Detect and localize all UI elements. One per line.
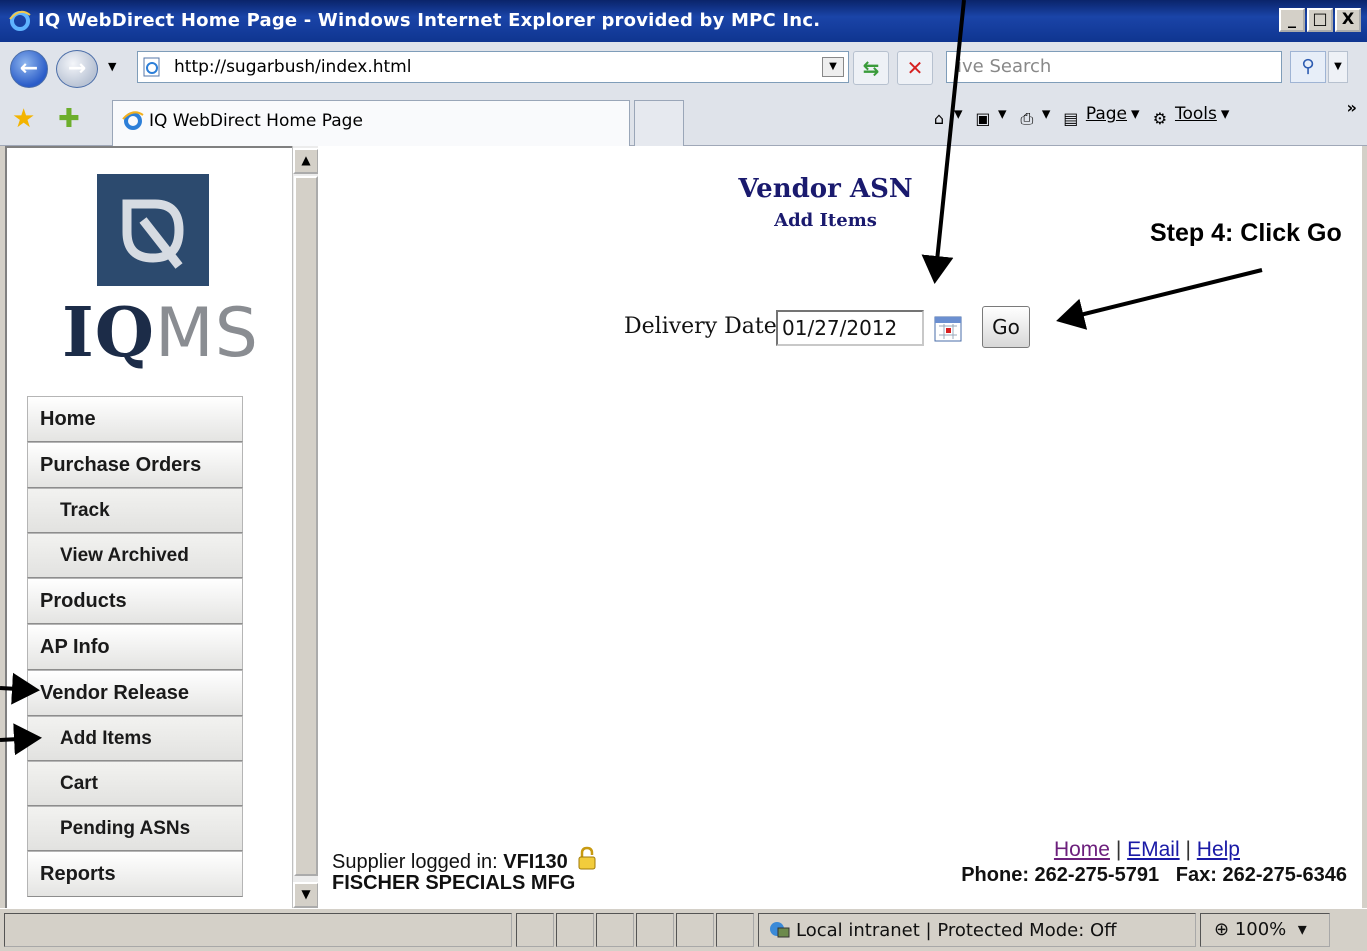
phone-number: Phone: 262-275-5791 [961,864,1160,886]
footer-links: Home | EMail | Help [1053,838,1240,861]
tools-menu[interactable]: Tools [1175,104,1217,124]
history-dropdown-icon[interactable]: ▼ [108,60,116,73]
live-search-input[interactable]: ive Search [946,51,1282,83]
iqms-logo-text: IQMS [62,293,259,373]
footer-home-link[interactable]: Home [1054,838,1110,861]
address-toolbar: ← → ▼ http://sugarbush/index.html ▼ ⇆ ✕ … [0,42,1367,96]
maximize-button[interactable]: □ [1307,8,1333,32]
status-cell [556,913,594,947]
security-zone: Local intranet | Protected Mode: Off [768,919,1117,941]
navigation-scrollbar[interactable]: ▲ ▼ [292,146,319,908]
print-icon[interactable]: ⎙ [1016,109,1038,131]
refresh-icon: ⇆ [862,56,880,80]
scroll-thumb[interactable] [294,176,318,876]
forward-arrow-icon: → [67,56,87,81]
lock-icon[interactable] [577,846,597,870]
url-text: http://sugarbush/index.html [174,57,412,77]
zoom-icon: ⊕ [1214,919,1230,940]
favorites-star-icon[interactable]: ★ [12,104,35,134]
local-intranet-icon [770,922,790,938]
menu-item-purchase-orders[interactable]: Purchase Orders [27,442,243,488]
add-favorites-icon[interactable]: ✚ [58,104,80,134]
iqms-logo-mark [97,174,209,286]
address-dropdown-icon[interactable]: ▼ [822,57,844,77]
status-cell [516,913,554,947]
menu-item-cart[interactable]: Cart [27,761,243,806]
status-cell [676,913,714,947]
tab-bar: ★ ✚ IQ WebDirect Home Page ⌂ ▾ ▣ ▾ ⎙ ▾ ▤ Pag… [0,96,1367,146]
chevron-more-icon[interactable]: » [1347,98,1357,117]
content-frame: Vendor ASN Add Items Delivery Date 01/27… [318,146,1362,908]
go-button[interactable]: Go [982,306,1030,348]
window-title: IQ WebDirect Home Page - Windows Interne… [38,10,821,31]
window-title-bar[interactable]: IQ WebDirect Home Page - Windows Interne… [0,0,1367,42]
home-icon[interactable]: ⌂ [928,109,950,131]
side-menu: Home Purchase Orders Track View Archived… [27,396,243,897]
stop-button[interactable]: ✕ [897,51,933,85]
supplier-id: VFI130 [503,851,568,873]
menu-item-home[interactable]: Home [27,396,243,442]
delivery-date-input[interactable]: 01/27/2012 [776,310,924,346]
refresh-button[interactable]: ⇆ [853,51,889,85]
supplier-login-info: Supplier logged in: VFI130 [332,846,597,874]
search-button[interactable]: ⚲ [1290,51,1326,83]
close-window-button[interactable]: X [1335,8,1361,32]
menu-item-reports[interactable]: Reports [27,851,243,897]
command-bar: ⌂ ▾ ▣ ▾ ⎙ ▾ ▤ Page ▾ ⚙ Tools ▾ [928,104,1233,131]
step-4-annotation: Step 4: Click Go [1150,219,1342,247]
new-tab-button[interactable] [634,100,684,146]
menu-item-products[interactable]: Products [27,578,243,624]
contact-numbers: Phone: 262-275-5791 Fax: 262-275-6346 [961,864,1347,887]
scroll-up-icon[interactable]: ▲ [293,148,319,174]
page-icon [143,57,160,77]
zoom-level[interactable]: ⊕ 100% ▾ [1214,919,1307,940]
internet-explorer-icon [9,10,31,31]
status-message-cell [4,913,512,947]
status-cell [716,913,754,947]
feeds-icon[interactable]: ▣ [972,109,994,131]
navigation-frame: IQMS Home Purchase Orders Track View Arc… [5,146,295,908]
scroll-down-icon[interactable]: ▼ [293,882,319,908]
footer-help-link[interactable]: Help [1197,838,1240,861]
menu-item-ap-info[interactable]: AP Info [27,624,243,670]
calendar-icon[interactable] [934,316,962,342]
company-name: FISCHER SPECIALS MFG [332,872,576,894]
back-button[interactable]: ← [10,50,48,88]
page-menu-icon: ▤ [1063,109,1079,128]
menu-item-view-archived[interactable]: View Archived [27,533,243,578]
gear-icon: ⚙ [1152,109,1168,128]
page-title: Vendor ASN [738,174,913,204]
status-cell [636,913,674,947]
fax-number: Fax: 262-275-6346 [1175,864,1347,886]
status-bar: Local intranet | Protected Mode: Off ⊕ 1… [0,908,1367,951]
supplier-label: Supplier logged in: [332,851,498,873]
address-field[interactable]: http://sugarbush/index.html ▼ [137,51,849,83]
page-menu[interactable]: Page [1086,104,1127,124]
stop-icon: ✕ [906,56,924,80]
search-icon: ⚲ [1301,56,1315,77]
back-arrow-icon: ← [19,56,39,81]
menu-item-pending-asns[interactable]: Pending ASNs [27,806,243,851]
iqms-q-icon [105,182,201,278]
delivery-date-label: Delivery Date [624,314,777,339]
tab-iq-webdirect[interactable]: IQ WebDirect Home Page [112,100,630,146]
footer-email-link[interactable]: EMail [1127,838,1180,861]
forward-button[interactable]: → [56,50,98,88]
minimize-button[interactable]: _ [1279,8,1305,32]
menu-item-vendor-release[interactable]: Vendor Release [27,670,243,716]
menu-item-track[interactable]: Track [27,488,243,533]
search-options-dropdown[interactable]: ▼ [1328,51,1348,83]
menu-item-add-items[interactable]: Add Items [27,716,243,761]
tab-title: IQ WebDirect Home Page [149,111,363,131]
internet-explorer-icon [122,111,144,130]
status-cell [596,913,634,947]
